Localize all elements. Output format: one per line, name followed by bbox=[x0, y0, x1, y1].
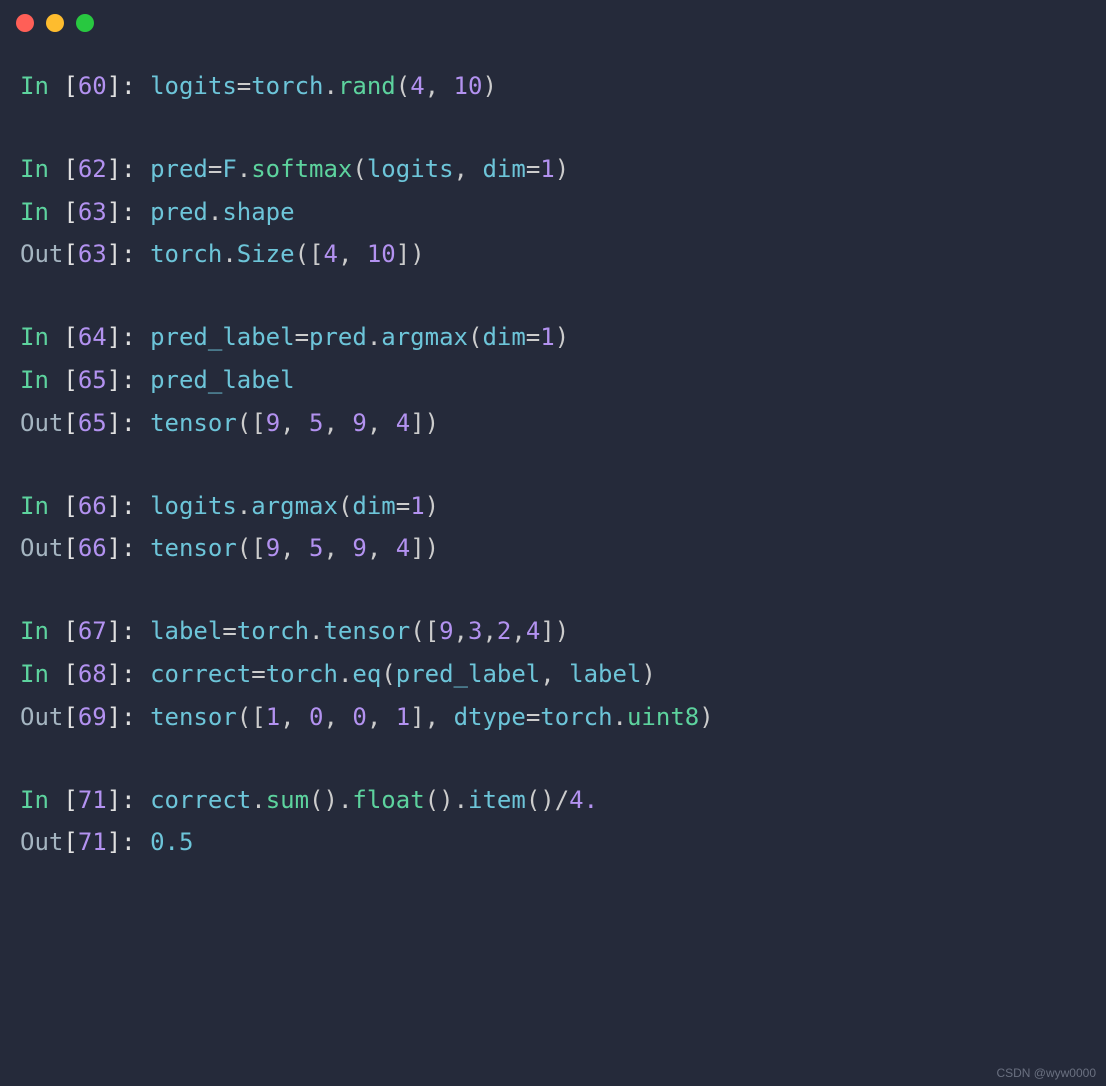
code-line: In [65]: pred_label bbox=[20, 360, 1086, 401]
output-line: Out[71]: 0.5 bbox=[20, 822, 1086, 863]
code-line: In [68]: correct=torch.eq(pred_label, la… bbox=[20, 654, 1086, 695]
code-line: In [60]: logits=torch.rand(4, 10) bbox=[20, 66, 1086, 107]
output-line: Out[69]: tensor([1, 0, 0, 1], dtype=torc… bbox=[20, 697, 1086, 738]
close-dot[interactable] bbox=[16, 14, 34, 32]
code-line: In [62]: pred=F.softmax(logits, dim=1) bbox=[20, 149, 1086, 190]
watermark: CSDN @wyw0000 bbox=[996, 1066, 1096, 1080]
terminal-content: In [60]: logits=torch.rand(4, 10) In [62… bbox=[0, 46, 1106, 885]
output-line: Out[65]: tensor([9, 5, 9, 4]) bbox=[20, 403, 1086, 444]
code-line: In [67]: label=torch.tensor([9,3,2,4]) bbox=[20, 611, 1086, 652]
output-line: Out[66]: tensor([9, 5, 9, 4]) bbox=[20, 528, 1086, 569]
minimize-dot[interactable] bbox=[46, 14, 64, 32]
output-line: Out[63]: torch.Size([4, 10]) bbox=[20, 234, 1086, 275]
code-line: In [63]: pred.shape bbox=[20, 192, 1086, 233]
code-line: In [64]: pred_label=pred.argmax(dim=1) bbox=[20, 317, 1086, 358]
window-titlebar bbox=[0, 0, 1106, 46]
in-prompt: In bbox=[20, 72, 63, 100]
code-line: In [66]: logits.argmax(dim=1) bbox=[20, 486, 1086, 527]
prompt-num: 60 bbox=[78, 72, 107, 100]
code-line: In [71]: correct.sum().float().item()/4. bbox=[20, 780, 1086, 821]
maximize-dot[interactable] bbox=[76, 14, 94, 32]
